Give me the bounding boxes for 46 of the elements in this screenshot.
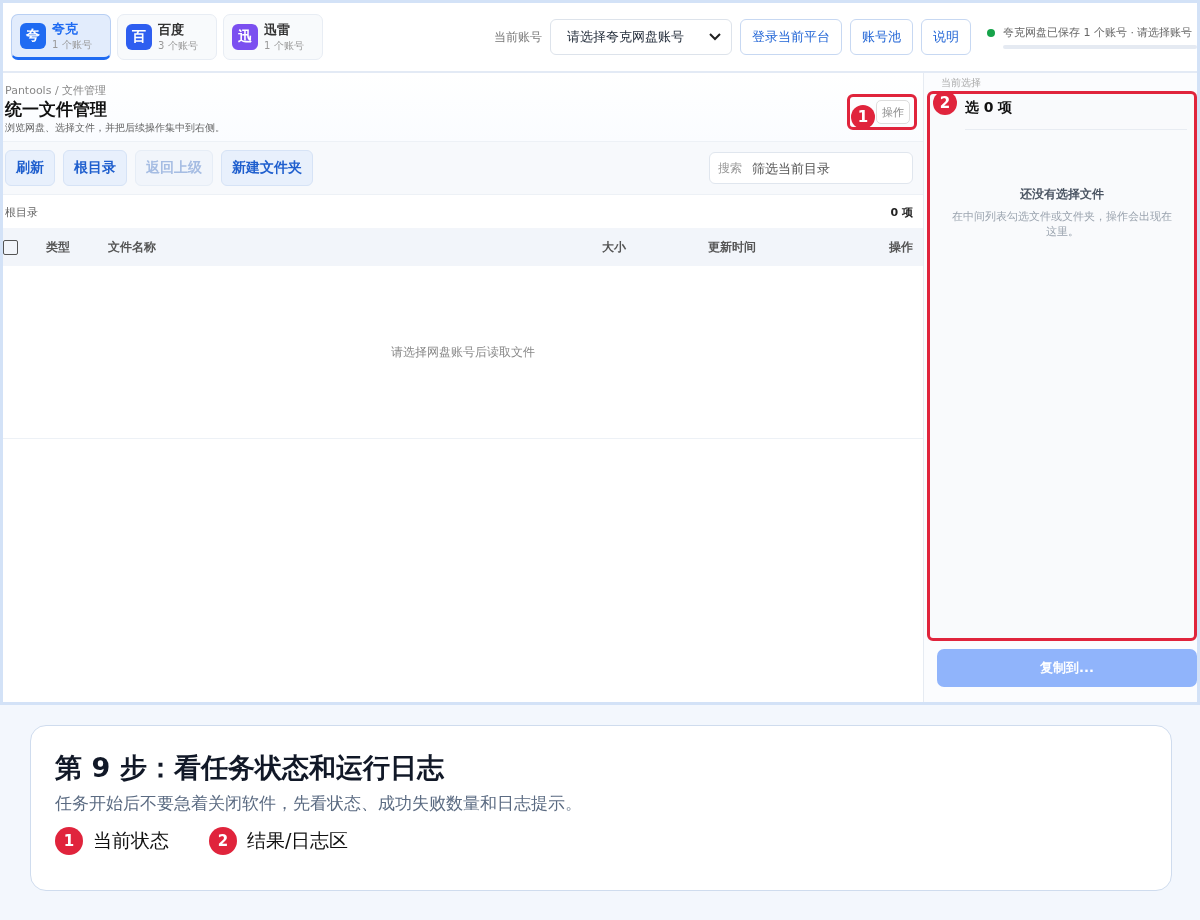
search-field[interactable]: 搜索 筛选当前目录 [709, 152, 913, 184]
column-header: 更新时间 [708, 238, 757, 256]
toolbar-button[interactable]: 根目录 [63, 150, 127, 186]
platform-icon: 百 [126, 24, 152, 50]
column-header: 操作 [889, 238, 913, 256]
current-path: 根目录 [5, 205, 38, 220]
breadcrumb: Pantools / 文件管理 [5, 83, 108, 98]
top-button[interactable]: 说明 [921, 19, 971, 55]
legend-marker: 1 [55, 827, 83, 855]
account-count: 1 个账号 [52, 38, 92, 52]
toolbar-button[interactable]: 新建文件夹 [221, 150, 313, 186]
column-header: 大小 [602, 238, 627, 256]
top-button[interactable]: 账号池 [850, 19, 913, 55]
page-title: 统一文件管理 [5, 98, 108, 121]
select-all-checkbox[interactable] [3, 239, 18, 255]
account-count: 3 个账号 [158, 39, 198, 53]
empty-hint: 在中间列表勾选文件或文件夹，操作会出现在这里。 [951, 209, 1173, 239]
search-label: 搜索 [718, 159, 742, 177]
step-marker: 1 [851, 105, 875, 129]
account-count: 1 个账号 [264, 39, 304, 53]
account-label: 当前账号 [494, 28, 542, 46]
platform-icon: 夸 [20, 23, 46, 49]
action-button[interactable]: 操作 [876, 100, 910, 124]
page-subtitle: 浏览网盘、选择文件，并把后续操作集中到右侧。 [5, 121, 225, 135]
column-header: 文件名称 [108, 238, 157, 256]
empty-message: 请选择网盘账号后读取文件 [391, 343, 535, 361]
selection-label: 当前选择 [941, 76, 981, 90]
platform-name: 夸克 [52, 20, 79, 38]
platform-name: 迅雷 [264, 21, 291, 39]
platform-icon: 迅 [232, 24, 258, 50]
chevron-icon [709, 33, 721, 41]
column-header: 类型 [46, 238, 71, 256]
selection-count: 选 0 项 [965, 99, 1187, 130]
legend-label: 当前状态 [93, 828, 169, 853]
top-button[interactable]: 登录当前平台 [740, 19, 842, 55]
platform-name: 百度 [158, 21, 185, 39]
step-marker: 2 [933, 91, 957, 115]
toolbar-button[interactable]: 刷新 [5, 150, 55, 186]
account-select[interactable]: 请选择夸克网盘账号 [550, 19, 732, 55]
step-title: 第 9 步：看任务状态和运行日志 [55, 751, 445, 785]
item-count: 0 项 [890, 205, 913, 220]
empty-title: 还没有选择文件 [1020, 186, 1104, 203]
step-description: 任务开始后不要急着关闭软件，先看状态、成功失败数量和日志提示。 [55, 792, 583, 815]
legend-label: 结果/日志区 [247, 828, 349, 853]
status-text: 夸克网盘已保存 1 个账号 · 请选择账号 [1003, 25, 1193, 40]
legend-marker: 2 [209, 827, 237, 855]
